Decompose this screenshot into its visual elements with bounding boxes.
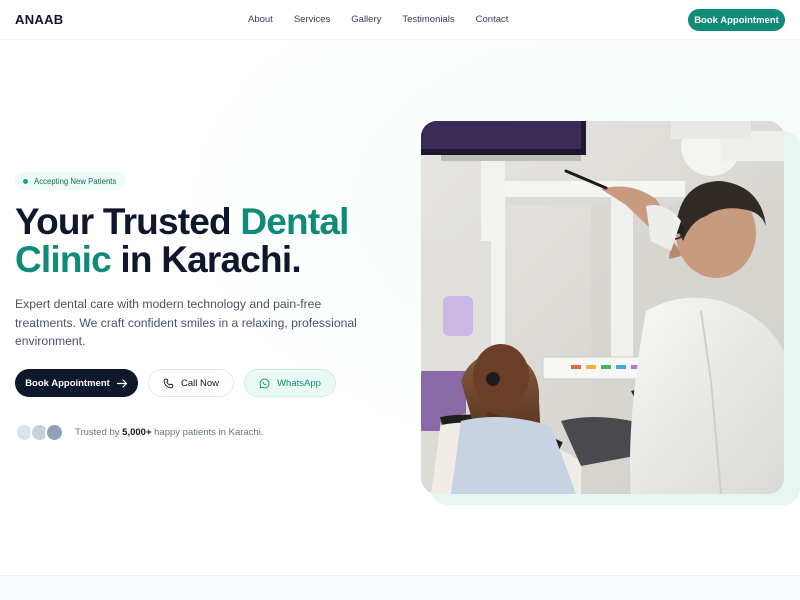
hero-description: Expert dental care with modern technolog… [15,297,357,348]
status-dot-icon [23,178,28,184]
whatsapp-button[interactable]: WhatsApp [244,369,336,397]
nav-link-services[interactable]: Services [294,14,330,25]
trust-suffix: happy patients in Karachi. [151,427,264,438]
hero-headline: Your Trusted Dental Clinic in Karachi. [15,203,395,279]
trust-prefix: Trusted by [75,427,123,438]
nav-book-appointment-button[interactable]: Book Appointment [688,9,785,31]
whatsapp-icon [259,378,270,389]
badge-label: Accepting New Patients [34,176,117,186]
top-navigation: ANAAB About Services Gallery Testimonial… [0,0,800,40]
book-appointment-label: Book Appointment [25,377,110,389]
nav-link-contact[interactable]: Contact [476,14,509,25]
call-now-label: Call Now [180,377,219,389]
headline-accent-2: Clinic [15,239,112,280]
headline-accent-1: Dental [240,201,349,242]
patient-avatars [15,423,67,442]
next-section-strip [0,575,800,600]
whatsapp-label: WhatsApp [277,377,321,389]
trust-count: 5,000+ [122,427,152,438]
nav-link-about[interactable]: About [248,14,273,25]
book-appointment-button[interactable]: Book Appointment [15,369,138,397]
hero-photo-dentist-with-patient [421,121,784,494]
trust-statement: Trusted by 5,000+ happy patients in Kara… [75,427,263,438]
headline-text-1: Your Trusted [15,201,241,242]
site-logo[interactable]: ANAAB [15,12,63,27]
arrow-right-icon [116,378,128,388]
headline-text-2: in Karachi. [110,239,301,280]
phone-icon [163,378,174,389]
nav-link-testimonials[interactable]: Testimonials [402,14,454,25]
nav-links: About Services Gallery Testimonials Cont… [248,14,529,25]
accepting-patients-badge: Accepting New Patients [15,172,126,190]
nav-link-gallery[interactable]: Gallery [351,14,381,25]
call-now-button[interactable]: Call Now [148,369,234,397]
avatar [45,423,64,442]
